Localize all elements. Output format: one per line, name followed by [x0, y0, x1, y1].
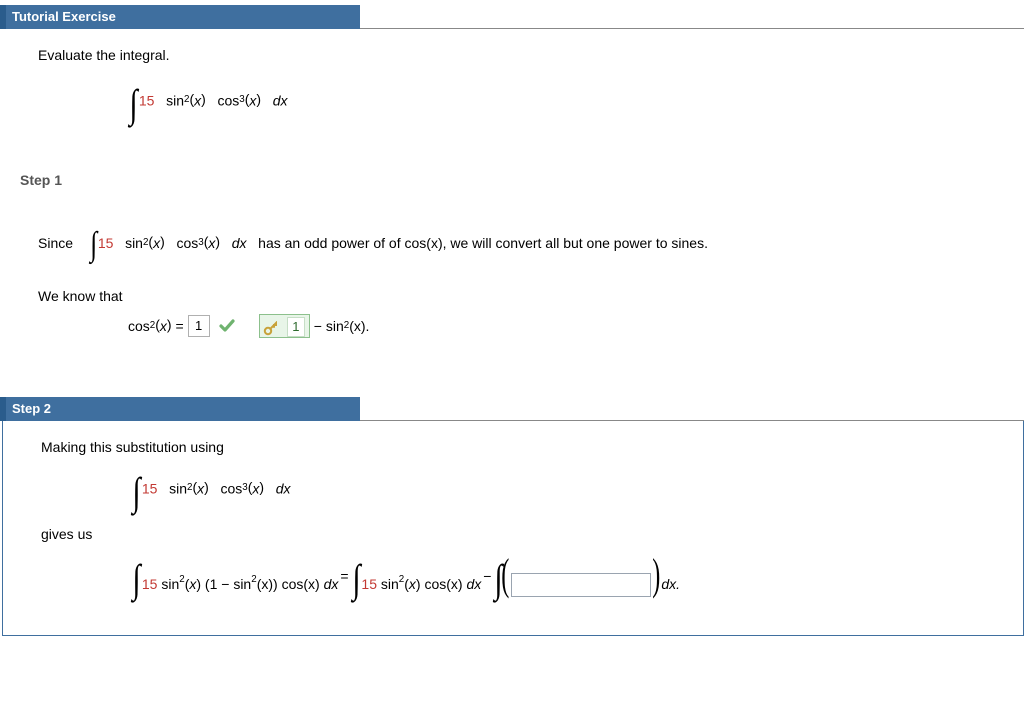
integral-sign-icon: ∫: [132, 468, 140, 515]
answer-input-filled[interactable]: 1: [188, 315, 210, 337]
check-icon: [219, 318, 235, 334]
step1-line1: Since ∫ 15 sin2(x) cos3(x) dx has an odd…: [38, 224, 996, 262]
answer-input-blank[interactable]: [511, 573, 651, 597]
integral-display: ∫ 15 sin2(x) cos3(x) dx: [38, 77, 996, 124]
expanded-equation: ∫ 15 sin2(x) (1 − sin2(x)) cos(x) dx = ∫…: [41, 552, 995, 599]
integral-sign-icon: ∫: [90, 226, 97, 264]
section-header-label: Step 2: [0, 397, 360, 421]
integral-sign-icon: ∫: [352, 555, 360, 602]
coef-15: 15: [139, 93, 155, 109]
step2-box: Making this substitution using ∫ 15 sin2…: [2, 421, 1024, 636]
step2-intro: Making this substitution using: [41, 439, 995, 455]
section-header-tutorial: Tutorial Exercise: [0, 4, 1024, 29]
gives-us-text: gives us: [41, 526, 995, 542]
integral-sign-icon: ∫: [132, 555, 140, 602]
we-know-text: We know that: [38, 288, 996, 304]
integral-sign-icon: ∫: [129, 80, 137, 127]
revealed-answer-value: 1: [287, 317, 305, 337]
section-header-label: Tutorial Exercise: [0, 5, 360, 29]
identity-line: cos2(x) = 1 1 − sin2(x).: [38, 314, 996, 338]
integral-display-step2: ∫ 15 sin2(x) cos3(x) dx: [41, 465, 995, 512]
intro-text: Evaluate the integral.: [38, 47, 996, 63]
step1-title: Step 1: [20, 172, 1024, 188]
key-icon: [262, 317, 280, 335]
reveal-answer-button[interactable]: 1: [259, 314, 310, 338]
section-header-step2: Step 2: [0, 396, 1024, 421]
